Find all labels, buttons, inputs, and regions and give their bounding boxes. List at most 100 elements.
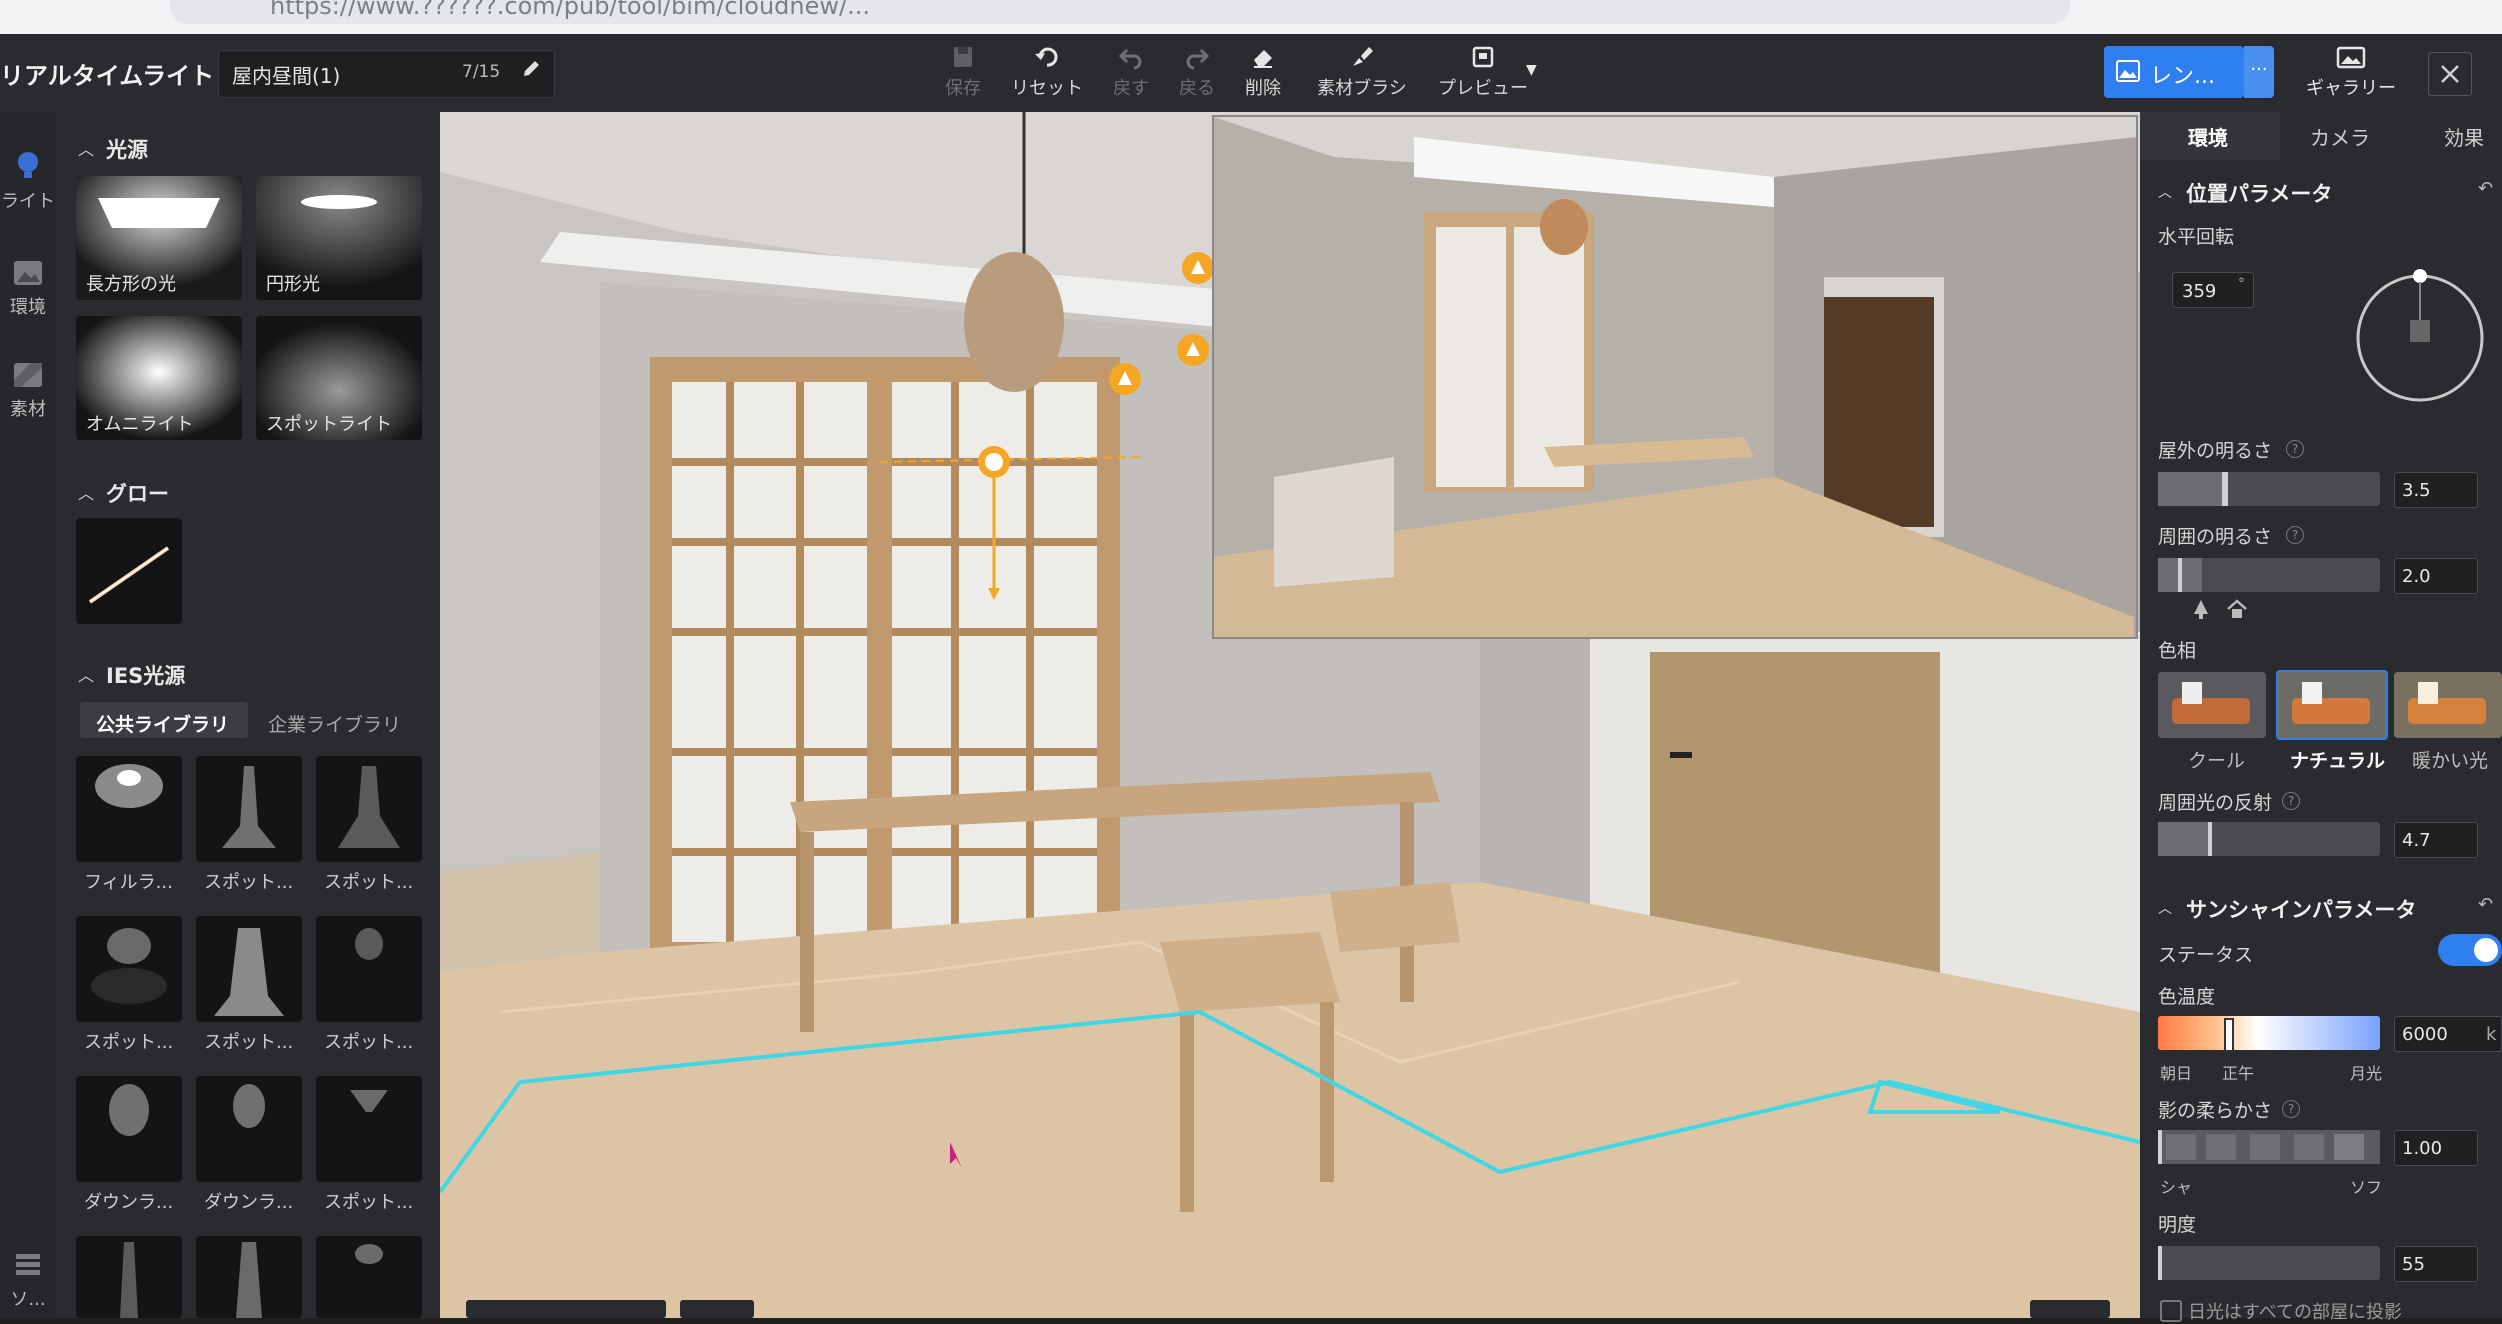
undo-label: 戻す bbox=[1113, 78, 1149, 99]
ies-spot-icon bbox=[355, 928, 383, 960]
gallery-label: ギャラリー bbox=[2306, 78, 2396, 99]
ies-label: ダウンラ... bbox=[84, 1192, 174, 1213]
help-icon[interactable]: ? bbox=[2286, 526, 2304, 544]
gallery-button[interactable]: ギャラリー bbox=[2296, 42, 2406, 106]
ies-label: スポット... bbox=[324, 872, 414, 893]
hue-natural-swatch[interactable] bbox=[2276, 670, 2388, 740]
ies-tile[interactable] bbox=[76, 1236, 182, 1318]
light-rectangle-label: 長方形の光 bbox=[86, 274, 176, 295]
pencil-icon[interactable] bbox=[520, 58, 542, 80]
ies-title: IES光源 bbox=[106, 664, 186, 688]
hue-warm-label: 暖かい光 bbox=[2412, 750, 2489, 772]
color-temp-label: 色温度 bbox=[2158, 986, 2216, 1008]
help-icon[interactable]: ? bbox=[2282, 1100, 2300, 1118]
image-icon bbox=[2116, 60, 2140, 86]
save-label: 保存 bbox=[945, 78, 981, 99]
glow-tile[interactable] bbox=[76, 518, 182, 624]
ambient-brightness-label: 周囲の明るさ bbox=[2158, 526, 2273, 548]
ies-label: スポット... bbox=[84, 1032, 174, 1053]
slider-handle[interactable] bbox=[2224, 1018, 2234, 1052]
material-brush-label: 素材ブラシ bbox=[1317, 78, 1407, 99]
brightness-slider[interactable] bbox=[2158, 1246, 2380, 1280]
eraser-icon bbox=[1254, 50, 1272, 68]
reset-button[interactable]: リセット bbox=[1002, 42, 1092, 106]
chevron-up-icon[interactable]: ︿ bbox=[2158, 182, 2172, 202]
rail-environment[interactable]: 環境 bbox=[0, 258, 56, 319]
ies-spot-icon bbox=[222, 766, 276, 848]
compass-icon bbox=[2356, 269, 2484, 402]
ies-label: スポット... bbox=[204, 872, 294, 893]
tab-enterprise-library[interactable]: 企業ライブラリ bbox=[268, 710, 401, 737]
reset-icon[interactable]: ↶ bbox=[2478, 178, 2493, 199]
outdoor-brightness-slider[interactable] bbox=[2158, 472, 2380, 506]
color-temp-slider[interactable] bbox=[2158, 1016, 2380, 1052]
ies-tile[interactable] bbox=[196, 1076, 302, 1182]
ies-spot-icon bbox=[120, 1242, 138, 1318]
ies-downlight-icon bbox=[109, 1084, 149, 1136]
chevron-up-icon[interactable]: ︿ bbox=[2158, 898, 2172, 918]
ies-tile[interactable] bbox=[316, 756, 422, 862]
ies-tile[interactable] bbox=[76, 756, 182, 862]
tab-effects[interactable]: 効果 bbox=[2444, 122, 2484, 151]
ies-tile[interactable] bbox=[196, 756, 302, 862]
tab-public-library-label: 公共ライブラリ bbox=[96, 714, 230, 736]
gallery-icon bbox=[2336, 46, 2366, 69]
light-spot-label: スポットライト bbox=[266, 414, 392, 435]
tree-icon bbox=[2190, 598, 2212, 624]
ies-label: ダウンラ... bbox=[204, 1192, 294, 1213]
chevron-up-icon[interactable]: ︿ bbox=[78, 480, 94, 504]
rotation-dial[interactable] bbox=[2354, 268, 2486, 410]
ies-tile[interactable] bbox=[76, 1076, 182, 1182]
ies-tile[interactable] bbox=[196, 916, 302, 1022]
ies-tile[interactable] bbox=[316, 1076, 422, 1182]
material-brush-button[interactable]: 素材ブラシ bbox=[1312, 42, 1412, 106]
shadow-softness-value: 1.00 bbox=[2402, 1138, 2443, 1159]
bulb-icon bbox=[18, 152, 38, 178]
brightness-label: 明度 bbox=[2158, 1214, 2197, 1236]
sunshine-title: サンシャインパラメータ bbox=[2186, 898, 2417, 922]
glow-line-icon bbox=[88, 546, 170, 604]
ies-tile[interactable] bbox=[76, 916, 182, 1022]
preview-icon bbox=[1472, 46, 1494, 68]
reflection-label: 周囲光の反射 bbox=[2158, 792, 2273, 814]
rail-light[interactable]: ライト bbox=[0, 148, 56, 213]
ambient-brightness-value: 2.0 bbox=[2402, 566, 2431, 587]
chevron-up-icon[interactable]: ︿ bbox=[78, 662, 94, 686]
help-icon[interactable]: ? bbox=[2286, 440, 2304, 458]
help-icon[interactable]: ? bbox=[2282, 792, 2300, 810]
preview-button[interactable]: プレビュー bbox=[1428, 42, 1538, 106]
delete-button[interactable]: 削除 bbox=[1218, 42, 1308, 106]
degree-unit: ° bbox=[2238, 276, 2245, 292]
save-button[interactable]: 保存 bbox=[918, 42, 1008, 106]
app-title: リアルタイムライト bbox=[0, 62, 215, 90]
temp-mark-noon: 正午 bbox=[2222, 1064, 2255, 1083]
rotation-label: 水平回転 bbox=[2158, 226, 2235, 248]
chevron-up-icon[interactable]: ︿ bbox=[78, 136, 94, 160]
sunlight-all-rooms-checkbox[interactable] bbox=[2160, 1300, 2182, 1322]
tab-camera[interactable]: カメラ bbox=[2310, 122, 2370, 151]
delete-label: 削除 bbox=[1245, 78, 1281, 99]
status-toggle[interactable] bbox=[2438, 934, 2502, 966]
reflection-slider[interactable] bbox=[2158, 822, 2380, 856]
rail-light-label: ライト bbox=[1, 191, 55, 212]
ambient-brightness-slider[interactable] bbox=[2158, 558, 2380, 592]
rail-bottom-item[interactable]: ソ... bbox=[0, 1250, 56, 1311]
shadow-softness-slider[interactable] bbox=[2158, 1130, 2380, 1164]
ies-tile[interactable] bbox=[316, 916, 422, 1022]
light-circle-label: 円形光 bbox=[266, 274, 320, 295]
render-label: レン... bbox=[2150, 64, 2215, 89]
ies-tile[interactable] bbox=[316, 1236, 422, 1318]
light-source-title: 光源 bbox=[106, 138, 148, 162]
hue-cool-swatch[interactable] bbox=[2158, 672, 2266, 738]
render-more-button[interactable]: ··· bbox=[2244, 46, 2274, 98]
landscape-icon bbox=[14, 261, 42, 285]
ies-spot-icon bbox=[236, 1242, 262, 1318]
reset-icon[interactable]: ↶ bbox=[2478, 894, 2493, 915]
rail-bottom-label: ソ... bbox=[10, 1289, 46, 1310]
close-button[interactable] bbox=[2428, 52, 2472, 96]
preview-dropdown-icon[interactable]: ▼ bbox=[1526, 62, 1537, 78]
render-preview-window[interactable] bbox=[1212, 115, 2138, 639]
hue-warm-swatch[interactable] bbox=[2394, 672, 2502, 738]
rail-material[interactable]: 素材 bbox=[0, 360, 56, 421]
ies-tile[interactable] bbox=[196, 1236, 302, 1318]
